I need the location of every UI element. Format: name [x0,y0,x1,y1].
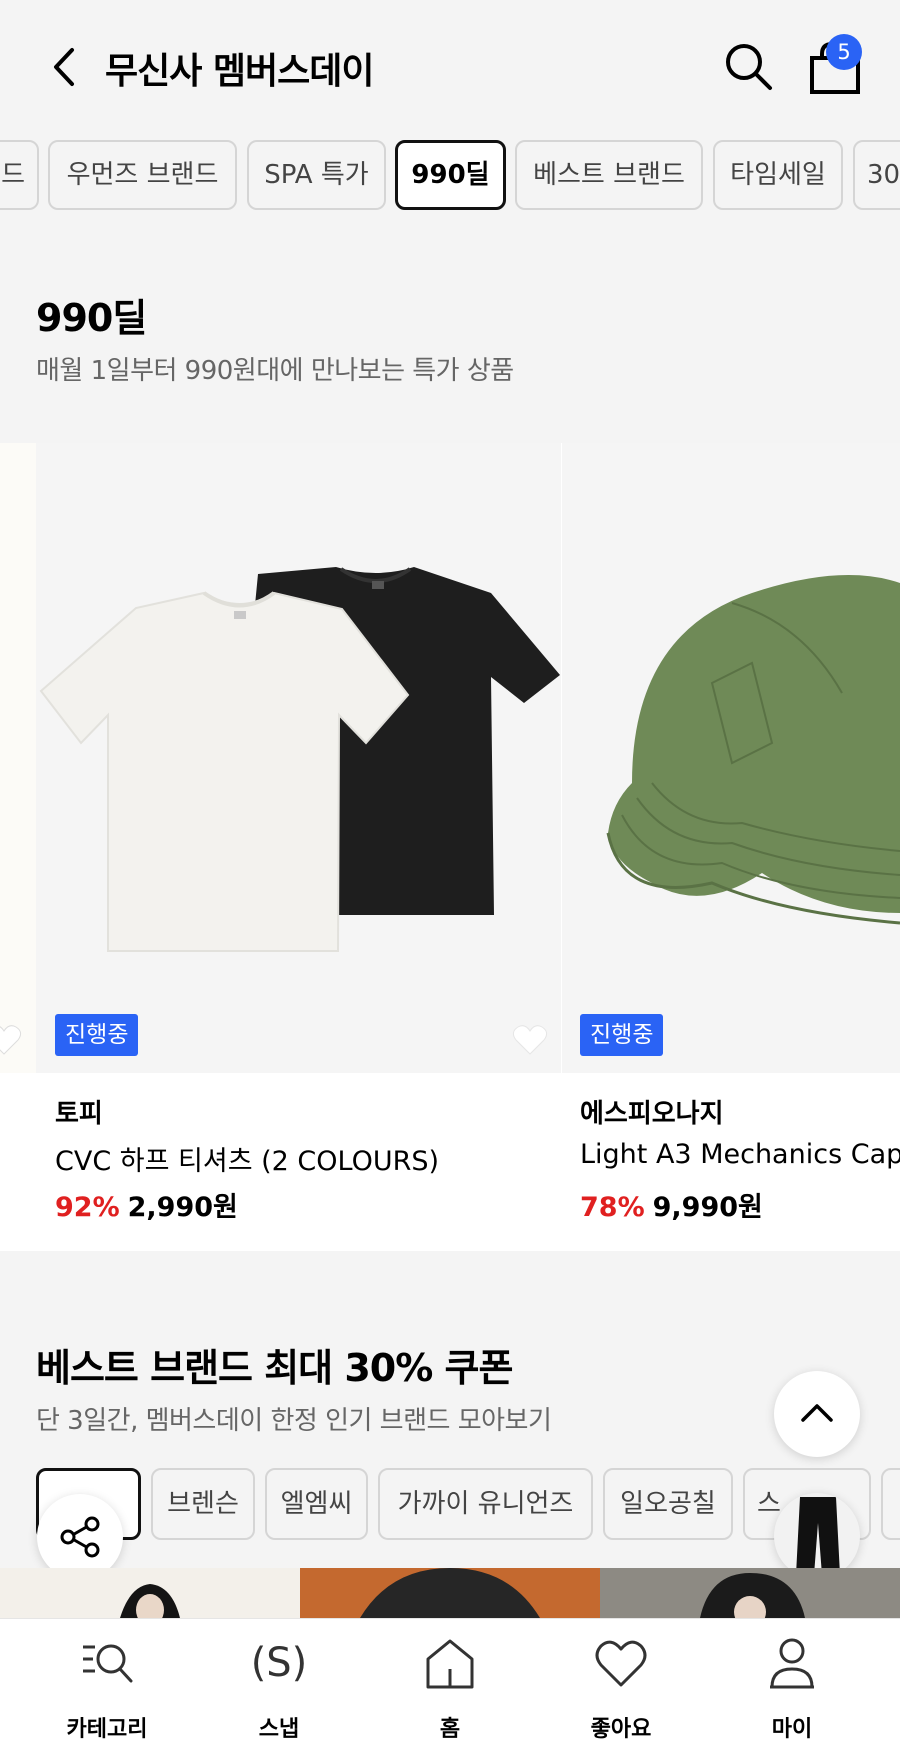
home-icon [426,1639,474,1689]
product-price-row: 92% 2,990원 [55,1185,238,1224]
sale-price: 2,990원 [127,1192,238,1223]
sale-price: 9,990원 [652,1192,763,1223]
best-brand-section-title: 베스트 브랜드 최대 30% 쿠폰 [36,1346,513,1390]
brand-photo[interactable] [600,1568,900,1618]
page-title: 무신사 멤버스데이 [105,51,374,92]
product-name[interactable]: Light A3 Mechanics Cap [580,1139,900,1170]
brand-chip-lmc[interactable]: 엘엠씨 [265,1468,368,1540]
person-icon [770,1638,814,1689]
best-brand-section-subtitle: 단 3일간, 멤버스데이 한정 인기 브랜드 모아보기 [36,1406,552,1436]
nav-my[interactable]: 마이 [722,1619,862,1751]
search-icon[interactable] [722,40,776,94]
nav-home[interactable]: 홈 [380,1619,520,1751]
tab-partial-right[interactable]: 30 [853,140,900,210]
tab-990-deal[interactable]: 990딜 [395,140,506,210]
brand-chip-brenson[interactable]: 브렌슨 [151,1468,255,1540]
nav-category[interactable]: 카테고리 [37,1619,177,1751]
bottom-navigation: 카테고리 (S) 스냅 홈 좋아요 마이 [0,1618,900,1751]
heart-icon [595,1640,647,1687]
pants-thumbnail-icon [796,1497,840,1575]
brand-chip-1507[interactable]: 일오공칠 [603,1468,733,1540]
product-brand[interactable]: 에스피오나지 [580,1093,724,1130]
brand-photo[interactable] [0,1568,300,1618]
snap-icon: (S) [250,1640,308,1686]
back-arrow-icon[interactable] [46,44,86,90]
tab-best-brand[interactable]: 베스트 브랜드 [515,140,703,210]
tab-womens-brand[interactable]: 우먼즈 브랜드 [48,140,237,210]
product-image-partial[interactable] [0,443,36,1073]
nav-label: 좋아요 [590,1717,652,1742]
deal-section-subtitle: 매월 1일부터 990원대에 만나보는 특가 상품 [36,356,514,386]
nav-label: 스냅 [258,1717,300,1742]
product-name[interactable]: CVC 하프 티셔츠 (2 COLOURS) [55,1139,439,1178]
nav-likes[interactable]: 좋아요 [551,1619,691,1751]
header: 무신사 멤버스데이 5 [0,0,900,135]
tab-spa-deal[interactable]: SPA 특가 [247,140,386,210]
tshirts-image [39,567,560,952]
cart-count-badge: 5 [826,34,862,70]
deal-section-title: 990딜 [36,296,147,340]
category-search-icon [83,1644,133,1683]
brand-photo-image [360,1568,540,1618]
status-badge: 진행중 [55,1014,139,1056]
cap-image [606,575,900,925]
nav-label: 마이 [771,1717,813,1742]
nav-label: 홈 [439,1717,461,1742]
product-price-row: 78% 9,990원 [580,1185,763,1224]
heart-icon[interactable] [512,1024,548,1056]
product-name-partial[interactable]: . [0,1139,3,1170]
brand-chip-gakkai-uniones[interactable]: 가까이 유니언즈 [378,1468,593,1540]
nav-label: 카테고리 [66,1717,148,1742]
heart-icon[interactable] [0,1024,22,1056]
product-image[interactable] [36,443,561,1073]
brand-photo-image [120,1584,180,1618]
product-carousel[interactable]: . 진행중 토피 CVC 하프 티셔츠 (2 COLOURS) 92%2,990… [0,443,900,1251]
status-badge: 진행중 [580,1014,664,1056]
nav-snap[interactable]: (S) 스냅 [209,1619,349,1751]
discount-rate: 92% [55,1192,120,1223]
scroll-top-button[interactable] [774,1371,860,1457]
product-image[interactable] [562,443,900,1073]
tab-time-sale[interactable]: 타임세일 [713,140,843,210]
chevron-up-icon [801,1404,833,1422]
brand-photo[interactable] [300,1568,600,1618]
tab-partial-left[interactable]: 드 [0,140,39,210]
brand-photo-image [700,1573,805,1618]
recent-item-button[interactable] [774,1493,860,1579]
product-brand[interactable]: 토피 [55,1093,103,1130]
brand-chip-partial-right[interactable] [881,1468,900,1540]
discount-rate: 78% [580,1192,645,1223]
